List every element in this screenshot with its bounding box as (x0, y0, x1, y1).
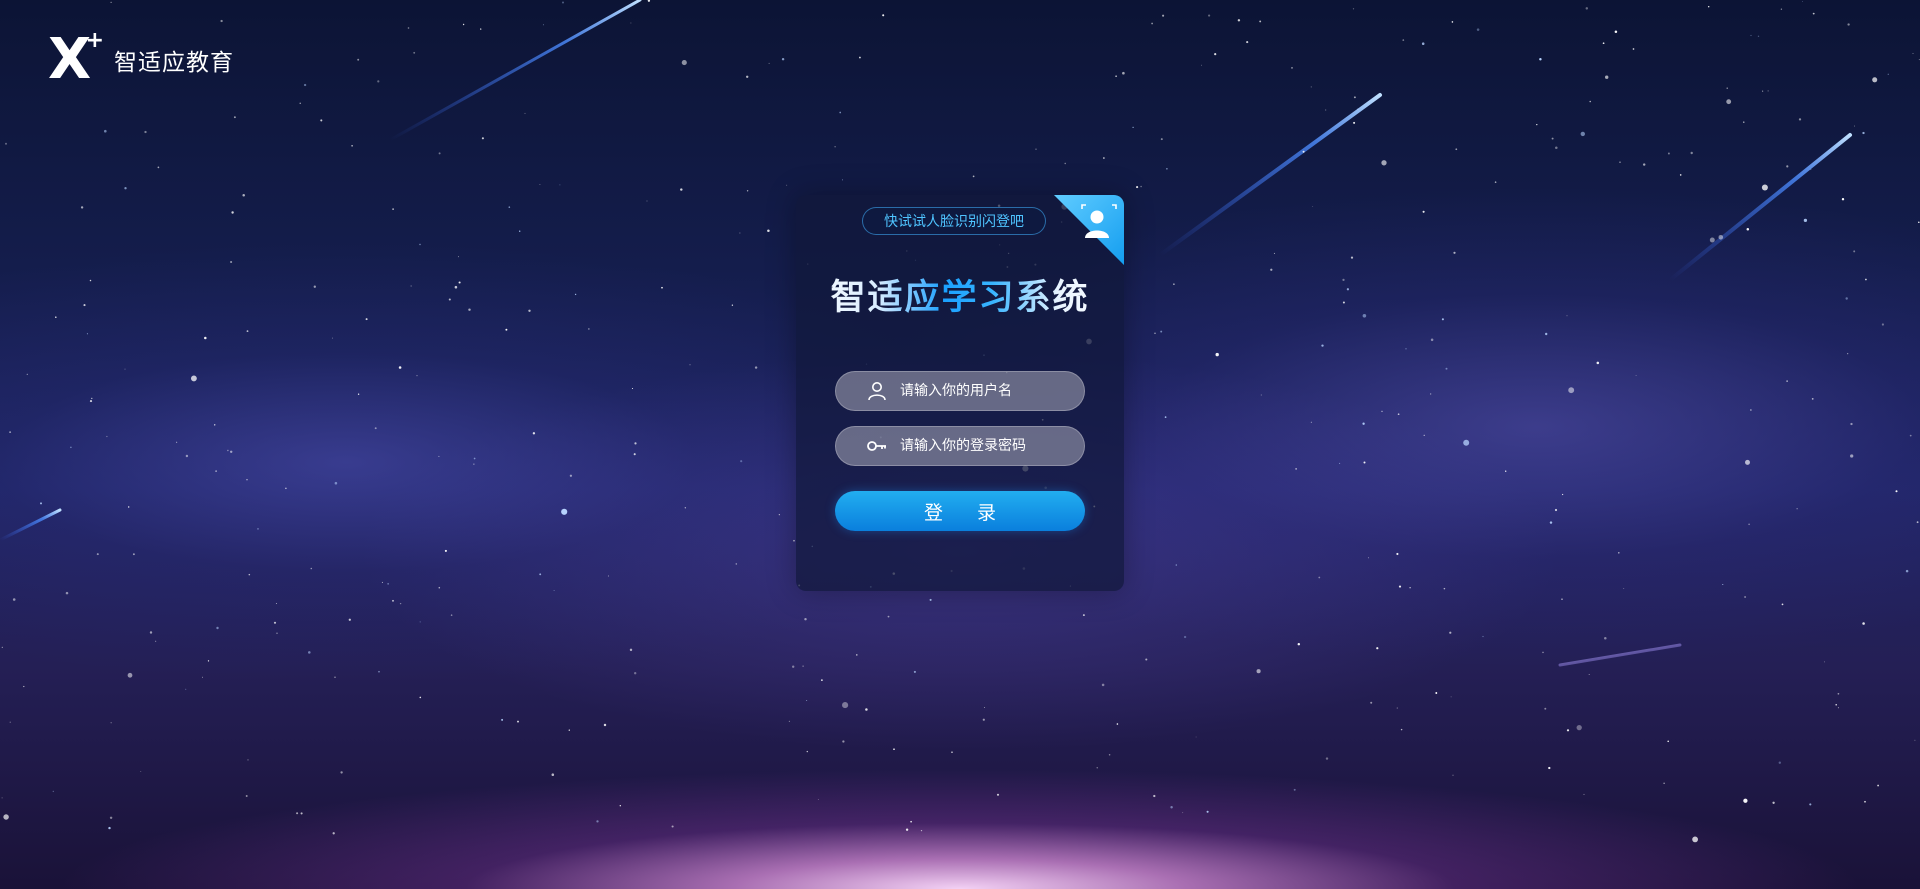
password-input[interactable] (898, 437, 1084, 455)
brand-header: X + 智适应教育 (48, 28, 234, 88)
face-login-hint[interactable]: 快试试人脸识别闪登吧 (862, 207, 1046, 235)
brand-logo-icon: X + (48, 28, 104, 88)
system-title: 智适应学习系统 (796, 269, 1124, 320)
username-field[interactable] (835, 371, 1085, 411)
face-recognition-corner-button[interactable] (1054, 195, 1124, 265)
brand-name: 智适应教育 (114, 50, 234, 76)
password-field[interactable] (835, 426, 1085, 466)
key-icon (866, 435, 888, 457)
login-button[interactable]: 登 录 (835, 491, 1085, 531)
face-recognition-icon (1054, 195, 1124, 265)
logo-plus: + (85, 28, 104, 53)
user-icon (866, 380, 888, 402)
login-card: 快试试人脸识别闪登吧 智适应学习系统 请输入你的用户名 登 录 (796, 195, 1124, 591)
username-input[interactable] (898, 382, 1084, 400)
